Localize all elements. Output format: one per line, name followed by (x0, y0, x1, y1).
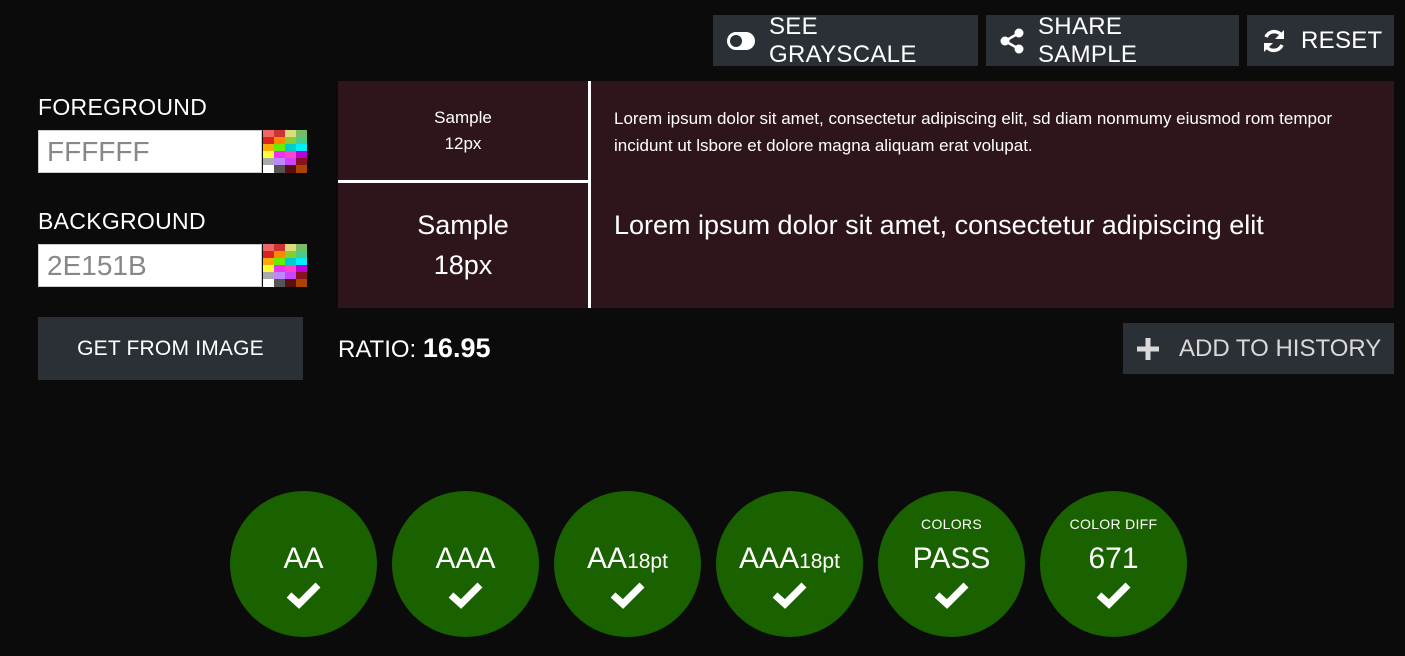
background-label: BACKGROUND (38, 208, 206, 234)
badge-title: AA18pt (587, 542, 668, 575)
checkmark-icon (1096, 582, 1131, 609)
background-field-wrapper (38, 244, 262, 287)
checkmark-icon (934, 582, 969, 609)
badge-caption: COLOR DIFF (1069, 516, 1158, 532)
toggle-icon (727, 31, 755, 50)
foreground-field-wrapper (38, 130, 262, 173)
add-to-history-label: ADD TO HISTORY (1179, 334, 1382, 362)
refresh-icon (1261, 28, 1287, 54)
sample-12px-size: 12px (444, 134, 482, 153)
toolbar: SEE GRAYSCALE SHARE SAMPLE RESET (713, 12, 1394, 68)
see-grayscale-button[interactable]: SEE GRAYSCALE (713, 12, 978, 68)
background-color-picker-icon[interactable] (263, 244, 307, 287)
sample-12px-title: Sample (434, 108, 492, 127)
reset-button[interactable]: RESET (1247, 15, 1394, 66)
badge-title: PASS (912, 542, 991, 575)
foreground-color-picker-icon[interactable] (263, 130, 307, 173)
badge-colors-pass: COLORS PASS (878, 491, 1025, 637)
ratio-value: 16.95 (422, 333, 491, 363)
badge-title: AAA18pt (739, 542, 840, 575)
add-to-history-button[interactable]: ADD TO HISTORY (1123, 323, 1394, 374)
checkmark-icon (772, 582, 807, 609)
badge-color-diff: COLOR DIFF 671 (1040, 491, 1187, 637)
share-sample-label: SHARE SAMPLE (1038, 12, 1138, 68)
badge-aaa: AAA (392, 491, 539, 637)
sample-18px-text: Lorem ipsum dolor sit amet, consectetur … (614, 210, 1264, 240)
sample-18px-size: 18px (433, 250, 493, 280)
checkmark-icon (448, 582, 483, 609)
badge-title: 671 (1088, 542, 1139, 575)
sample-12px-text: Lorem ipsum dolor sit amet, consectetur … (614, 109, 1333, 155)
badge-aaa-18pt: AAA18pt (716, 491, 863, 637)
share-icon (1000, 28, 1024, 54)
sample-divider-horizontal (338, 180, 588, 183)
foreground-label: FOREGROUND (38, 94, 208, 120)
see-grayscale-label: SEE GRAYSCALE (769, 12, 917, 68)
foreground-input[interactable] (39, 131, 261, 172)
reset-label: RESET (1301, 26, 1383, 54)
contrast-checker-page: SEE GRAYSCALE SHARE SAMPLE RESET FOREGRO… (0, 0, 1405, 656)
badge-title: AA (283, 542, 324, 575)
share-sample-button[interactable]: SHARE SAMPLE (986, 12, 1239, 68)
plus-icon (1137, 337, 1159, 360)
ratio-label: RATIO: (338, 336, 417, 363)
checkmark-icon (286, 582, 321, 609)
badge-title: AAA (435, 542, 496, 575)
sample-divider-vertical (588, 81, 591, 308)
sample-18px-title: Sample (417, 210, 509, 240)
sample-18px-label: Sample 18px (338, 205, 588, 285)
contrast-ratio: RATIO: 16.95 (338, 333, 490, 364)
get-from-image-button[interactable]: GET FROM IMAGE (38, 317, 303, 380)
sample-12px-label: Sample 12px (338, 105, 588, 157)
background-input[interactable] (39, 245, 261, 286)
sample-preview: Sample 12px Sample 18px Lorem ipsum dolo… (338, 81, 1394, 308)
checkmark-icon (610, 582, 645, 609)
badge-aa-18pt: AA18pt (554, 491, 701, 637)
badge-caption: COLORS (921, 516, 982, 532)
badge-aa: AA (230, 491, 377, 637)
